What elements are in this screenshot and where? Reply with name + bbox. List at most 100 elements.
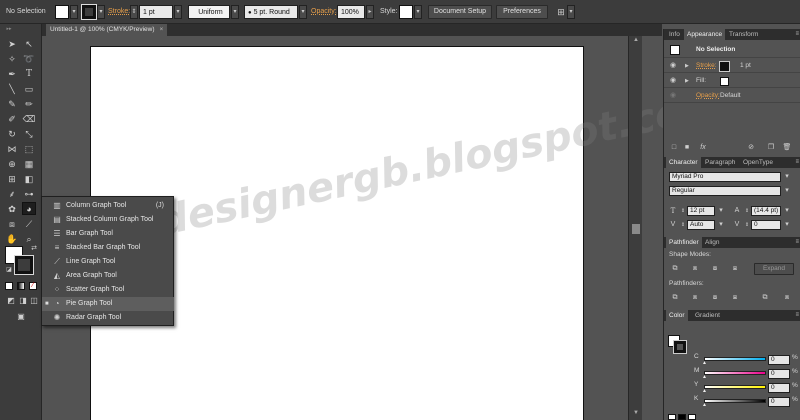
rectangle-tool-icon[interactable]: ▭: [22, 83, 36, 96]
add-new-stroke-icon[interactable]: □: [669, 143, 679, 153]
document-setup-button[interactable]: Document Setup: [428, 5, 492, 19]
slider-thumb-icon[interactable]: ▲: [702, 360, 707, 366]
channel-value-field[interactable]: 0: [768, 397, 790, 407]
expand-triangle-icon[interactable]: ▶: [685, 74, 689, 88]
visibility-eye-icon[interactable]: ◉: [670, 89, 676, 103]
toolbox-grip-icon[interactable]: ▸▸: [2, 26, 16, 32]
stroke-dropdown[interactable]: ▾: [97, 5, 105, 19]
font-size-dropdown-icon[interactable]: ▾: [716, 206, 726, 216]
kerning-dropdown-icon[interactable]: ▾: [716, 220, 726, 230]
trim-icon[interactable]: ⧈: [690, 293, 700, 303]
eyedropper-tool-icon[interactable]: ⸙: [5, 188, 19, 201]
stroke-color-box[interactable]: [14, 255, 34, 275]
channel-slider[interactable]: [704, 357, 766, 361]
opacity-label[interactable]: Opacity:: [311, 5, 337, 19]
clear-appearance-icon[interactable]: ⊘: [746, 143, 756, 153]
default-fill-stroke-icon[interactable]: ◪: [2, 264, 16, 277]
panel-menu-icon[interactable]: ≡: [795, 310, 799, 321]
arrange-documents-icon[interactable]: ⊞: [556, 5, 566, 19]
appearance-fill-row[interactable]: ◉ ▶ Fill:: [664, 74, 800, 88]
scroll-up-icon[interactable]: ▲: [631, 37, 641, 43]
width-tool-icon[interactable]: ⋈: [5, 143, 19, 156]
flyout-item-bar-graph[interactable]: ☰ Bar Graph Tool: [42, 227, 174, 241]
font-family-dropdown-icon[interactable]: ▾: [782, 172, 792, 182]
tracking-field[interactable]: 0: [751, 220, 781, 230]
appearance-stroke-row[interactable]: ◉ ▶ Stroke: 1 pt: [664, 59, 800, 73]
flyout-item-pie-graph[interactable]: ■ ◔ Pie Graph Tool: [42, 297, 174, 311]
font-size-field[interactable]: 12 pt: [687, 206, 715, 216]
black-swatch-icon[interactable]: [678, 414, 686, 420]
tab-character[interactable]: Character: [666, 157, 701, 168]
channel-slider[interactable]: [704, 371, 766, 375]
symbol-sprayer-tool-icon[interactable]: ✿: [5, 203, 19, 216]
variable-width-profile[interactable]: Uniform: [188, 5, 230, 19]
visibility-eye-icon[interactable]: ◉: [670, 59, 676, 73]
unite-icon[interactable]: ⧉: [670, 264, 680, 274]
document-tab[interactable]: Untitled-1 @ 100% (CMYK/Preview) ×: [46, 24, 168, 36]
visibility-eye-icon[interactable]: ◉: [670, 74, 676, 88]
tab-color[interactable]: Color: [666, 310, 688, 321]
slice-tool-icon[interactable]: ⟋: [22, 218, 36, 231]
channel-value-field[interactable]: 0: [768, 355, 790, 365]
font-style-dropdown-icon[interactable]: ▾: [782, 186, 792, 196]
blob-brush-tool-icon[interactable]: ✐: [5, 113, 19, 126]
white-swatch-icon[interactable]: [688, 414, 696, 420]
style-dropdown[interactable]: ▾: [414, 5, 422, 19]
expand-button[interactable]: Expand: [754, 263, 794, 275]
slider-thumb-icon[interactable]: ▲: [702, 388, 707, 394]
brush-dropdown[interactable]: ▾: [299, 5, 307, 19]
shape-builder-tool-icon[interactable]: ⊕: [5, 158, 19, 171]
magic-wand-tool-icon[interactable]: ✧: [5, 53, 19, 66]
eraser-tool-icon[interactable]: ⌫: [22, 113, 36, 126]
none-swatch-icon[interactable]: [668, 414, 676, 420]
stroke-label[interactable]: Stroke:: [108, 5, 130, 19]
paintbrush-tool-icon[interactable]: ✎: [5, 98, 19, 111]
kerning-field[interactable]: Auto: [687, 220, 715, 230]
panel-menu-icon[interactable]: ≡: [795, 237, 799, 248]
appearance-opacity-label[interactable]: Opacity:: [696, 89, 720, 103]
channel-value-field[interactable]: 0: [768, 383, 790, 393]
gradient-tool-icon[interactable]: ◧: [22, 173, 36, 186]
exclude-icon[interactable]: ⧆: [730, 264, 740, 274]
flyout-item-radar-graph[interactable]: ✺ Radar Graph Tool: [42, 311, 174, 325]
crop-icon[interactable]: ⧆: [730, 293, 740, 303]
add-new-fill-icon[interactable]: ■: [682, 143, 692, 153]
duplicate-item-icon[interactable]: ❐: [766, 143, 776, 153]
arrange-dropdown[interactable]: ▾: [567, 5, 575, 19]
stroke-weight-stepper[interactable]: ⇕: [130, 5, 138, 19]
tab-gradient[interactable]: Gradient: [692, 310, 723, 321]
vertical-scrollbar[interactable]: ▲ ▼: [628, 36, 642, 420]
tab-info[interactable]: Info: [666, 29, 683, 40]
slider-thumb-icon[interactable]: ▲: [702, 402, 707, 408]
scroll-down-icon[interactable]: ▼: [631, 410, 641, 416]
screen-mode-icon[interactable]: ▣: [14, 310, 28, 323]
flyout-item-column-graph[interactable]: ▥ Column Graph Tool (J): [42, 199, 174, 213]
gradient-mode-icon[interactable]: [17, 282, 25, 290]
font-style-field[interactable]: Regular: [669, 186, 781, 196]
flyout-item-line-graph[interactable]: ⟋ Line Graph Tool: [42, 255, 174, 269]
stroke-weight-field[interactable]: 1 pt: [139, 5, 173, 19]
appearance-opacity-row[interactable]: ◉ Opacity: Default: [664, 89, 800, 103]
flyout-item-scatter-graph[interactable]: ⁘ Scatter Graph Tool: [42, 283, 174, 297]
slider-thumb-icon[interactable]: ▲: [702, 374, 707, 380]
pencil-tool-icon[interactable]: ✏: [22, 98, 36, 111]
channel-value-field[interactable]: 0: [768, 369, 790, 379]
pen-tool-icon[interactable]: ✒: [5, 68, 19, 81]
channel-slider[interactable]: [704, 385, 766, 389]
free-transform-tool-icon[interactable]: ⬚: [22, 143, 36, 156]
add-new-effect-icon[interactable]: fx: [698, 143, 708, 153]
pie-graph-tool-icon[interactable]: ◕: [22, 202, 36, 215]
tracking-dropdown-icon[interactable]: ▾: [782, 220, 792, 230]
tab-paragraph[interactable]: Paragraph: [702, 157, 738, 168]
hand-tool-icon[interactable]: ✋: [5, 233, 19, 246]
leading-dropdown-icon[interactable]: ▾: [782, 206, 792, 216]
type-tool-icon[interactable]: T: [22, 68, 36, 81]
minus-back-icon[interactable]: ⧈: [782, 293, 792, 303]
lasso-tool-icon[interactable]: ➰: [22, 53, 36, 66]
appearance-stroke-label[interactable]: Stroke:: [696, 59, 717, 73]
line-segment-tool-icon[interactable]: ╲: [5, 83, 19, 96]
intersect-icon[interactable]: ⧇: [710, 264, 720, 274]
perspective-grid-tool-icon[interactable]: ▦: [22, 158, 36, 171]
scroll-thumb[interactable]: [632, 224, 640, 234]
opacity-field[interactable]: 100%: [337, 5, 365, 19]
